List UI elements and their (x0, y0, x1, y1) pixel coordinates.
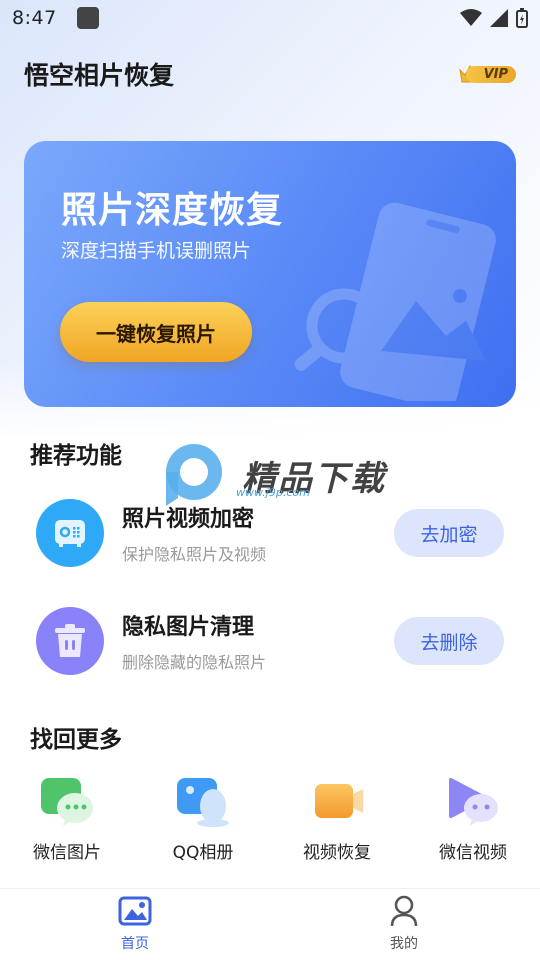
phone-search-illustration (294, 202, 496, 401)
tab-home[interactable]: 首页 (85, 895, 185, 953)
battery-icon (516, 8, 528, 28)
video-recover-icon (315, 784, 363, 818)
feature-privacy-clean[interactable]: 隐私图片清理 删除隐藏的隐私照片 去删除 (36, 606, 504, 676)
status-time: 8:47 (12, 7, 57, 29)
more-item-qq-album[interactable]: QQ相册 (148, 776, 258, 863)
tab-mine-label: 我的 (390, 936, 418, 952)
person-icon (390, 895, 418, 927)
banner-subtitle: 深度扫描手机误删照片 (61, 240, 252, 262)
feature-clean-text: 隐私图片清理 删除隐藏的隐私照片 (122, 609, 266, 673)
more-label-wechat-video: 微信视频 (439, 843, 507, 863)
watermark-url: www.j9p.com (236, 486, 310, 499)
feature-encrypt-text: 照片视频加密 保护隐私照片及视频 (122, 501, 266, 565)
more-label-video-recover: 视频恢复 (303, 843, 371, 863)
one-click-recover-button[interactable]: 一键恢复照片 (60, 302, 252, 362)
more-section-title: 找回更多 (30, 727, 122, 753)
app-title: 悟空相片恢复 (24, 61, 175, 90)
go-delete-button[interactable]: 去删除 (394, 617, 504, 665)
site-watermark: 精品下载 www.j9p.com (156, 440, 386, 510)
feature-encrypt-desc: 保护隐私照片及视频 (122, 545, 267, 564)
vip-badge[interactable]: VIP (458, 64, 516, 84)
feature-clean-name: 隐私图片清理 (122, 615, 255, 640)
more-item-wechat-video[interactable]: 微信视频 (418, 776, 528, 863)
notification-icon (76, 7, 99, 29)
status-indicators (460, 8, 528, 28)
watermark-logo-icon (166, 444, 222, 506)
banner-title: 照片深度恢复 (61, 190, 284, 231)
tab-home-label: 首页 (121, 936, 149, 952)
wifi-icon (460, 9, 482, 26)
safe-box-icon (36, 499, 104, 567)
more-item-video-recover[interactable]: 视频恢复 (282, 776, 392, 863)
wechat-image-icon (41, 778, 93, 826)
recommend-section-title: 推荐功能 (30, 443, 122, 469)
qq-album-icon (177, 778, 229, 827)
trash-icon (36, 607, 104, 675)
status-bar: 8:47 (0, 0, 540, 36)
home-image-icon (118, 896, 152, 926)
app-header: 悟空相片恢复 VIP (24, 54, 516, 94)
wechat-video-icon (449, 778, 498, 826)
go-encrypt-button[interactable]: 去加密 (394, 509, 504, 557)
more-label-wechat-image: 微信图片 (33, 843, 101, 863)
feature-clean-desc: 删除隐藏的隐私照片 (122, 653, 267, 672)
more-item-wechat-image[interactable]: 微信图片 (12, 776, 122, 863)
tab-mine[interactable]: 我的 (354, 895, 454, 953)
more-recovery-grid: 微信图片 QQ相册 视频恢复 微信视频 (0, 776, 540, 866)
more-label-qq-album: QQ相册 (172, 843, 234, 863)
bottom-tab-bar: 首页 我的 (0, 888, 540, 960)
deep-recovery-banner[interactable]: 照片深度恢复 深度扫描手机误删照片 一键恢复照片 (24, 141, 516, 407)
vip-label: VIP (465, 65, 516, 83)
signal-icon (490, 9, 508, 27)
